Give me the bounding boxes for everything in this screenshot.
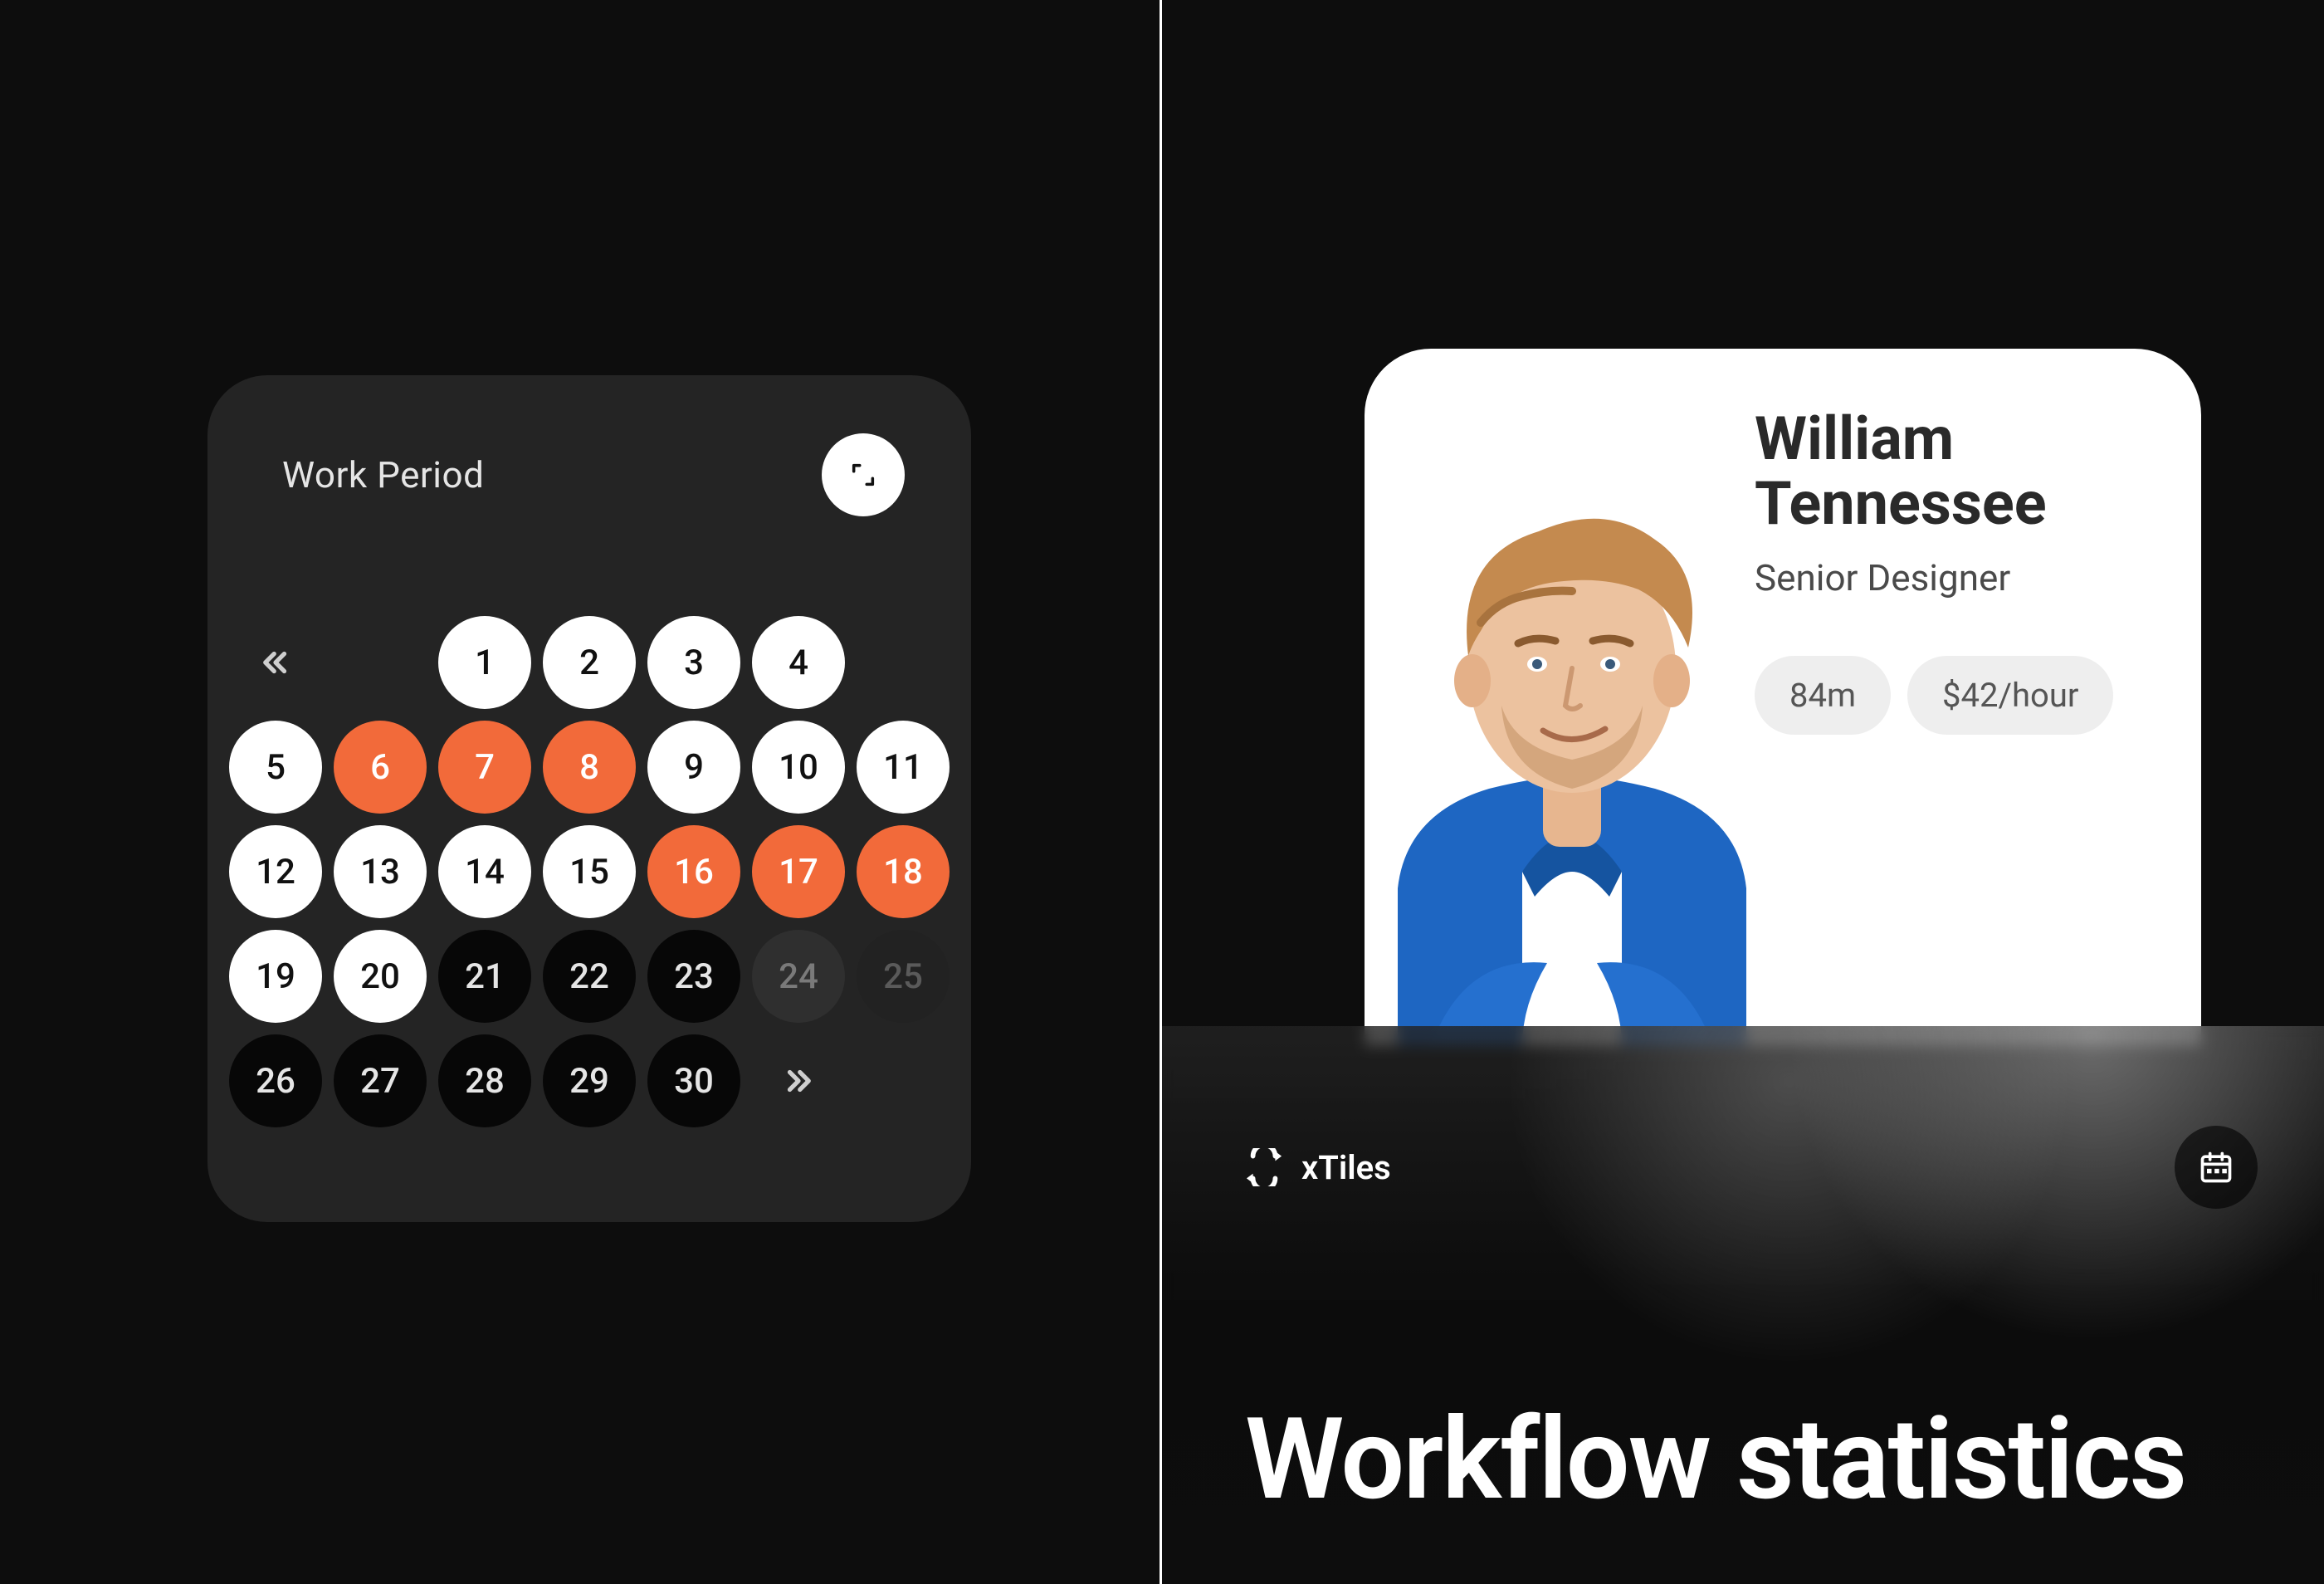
calendar-day-15[interactable]: 15 bbox=[543, 825, 636, 918]
calendar-day-2[interactable]: 2 bbox=[543, 616, 636, 709]
work-period-card: Work Period 1234567891011121314151617181… bbox=[208, 375, 971, 1222]
expand-icon bbox=[849, 461, 877, 489]
calendar-day-3[interactable]: 3 bbox=[647, 616, 740, 709]
time-chip[interactable]: 84m bbox=[1755, 656, 1891, 735]
statistics-overlay: xTiles Workflow statistics bbox=[1162, 1026, 2324, 1584]
calendar-day-7[interactable]: 7 bbox=[438, 721, 531, 814]
calendar-day-18[interactable]: 18 bbox=[857, 825, 950, 918]
calendar-day-16[interactable]: 16 bbox=[647, 825, 740, 918]
calendar-day-13[interactable]: 13 bbox=[334, 825, 427, 918]
calendar-icon bbox=[2198, 1149, 2234, 1186]
calendar-day-17[interactable]: 17 bbox=[752, 825, 845, 918]
calendar-day-27[interactable]: 27 bbox=[334, 1034, 427, 1127]
brand-logo-icon bbox=[1245, 1148, 1283, 1186]
calendar-day-28[interactable]: 28 bbox=[438, 1034, 531, 1127]
expand-button[interactable] bbox=[822, 433, 905, 516]
profile-name-first: William bbox=[1755, 403, 1954, 474]
calendar-day-21[interactable]: 21 bbox=[438, 930, 531, 1023]
calendar-day-11[interactable]: 11 bbox=[857, 721, 950, 814]
calendar-day-5[interactable]: 5 bbox=[229, 721, 322, 814]
calendar-day-9[interactable]: 9 bbox=[647, 721, 740, 814]
overlay-topbar: xTiles bbox=[1245, 1126, 2258, 1209]
calendar-day-6[interactable]: 6 bbox=[334, 721, 427, 814]
calendar-grid: 1234567891011121314151617181920212223242… bbox=[249, 616, 930, 1127]
brand[interactable]: xTiles bbox=[1245, 1148, 1391, 1187]
calendar-day-10[interactable]: 10 bbox=[752, 721, 845, 814]
calendar-header: Work Period bbox=[249, 433, 930, 516]
calendar-day-23[interactable]: 23 bbox=[647, 930, 740, 1023]
calendar-day-25[interactable]: 25 bbox=[857, 930, 950, 1023]
profile-role: Senior Designer bbox=[1755, 556, 2010, 599]
calendar-day-8[interactable]: 8 bbox=[543, 721, 636, 814]
left-panel: Work Period 1234567891011121314151617181… bbox=[0, 0, 1162, 1584]
chevrons-right-icon bbox=[781, 1063, 816, 1098]
rate-chip[interactable]: $42/hour bbox=[1907, 656, 2113, 735]
calendar-button[interactable] bbox=[2175, 1126, 2258, 1209]
calendar-prev-button[interactable] bbox=[229, 616, 322, 709]
calendar-day-19[interactable]: 19 bbox=[229, 930, 322, 1023]
calendar-next-button[interactable] bbox=[752, 1034, 845, 1127]
calendar-day-30[interactable]: 30 bbox=[647, 1034, 740, 1127]
calendar-title: Work Period bbox=[282, 453, 484, 496]
statistics-title: Workflow statistics bbox=[1245, 1394, 2185, 1526]
calendar-day-4[interactable]: 4 bbox=[752, 616, 845, 709]
calendar-day-1[interactable]: 1 bbox=[438, 616, 531, 709]
calendar-day-20[interactable]: 20 bbox=[334, 930, 427, 1023]
profile-name: William Tennessee bbox=[1755, 407, 2161, 536]
brand-name: xTiles bbox=[1301, 1148, 1391, 1187]
calendar-day-22[interactable]: 22 bbox=[543, 930, 636, 1023]
app-root: Work Period 1234567891011121314151617181… bbox=[0, 0, 2324, 1584]
profile-card: William Tennessee Senior Designer 84m $4… bbox=[1365, 349, 2201, 1046]
profile-chips: 84m $42/hour bbox=[1755, 656, 2113, 735]
right-panel: William Tennessee Senior Designer 84m $4… bbox=[1162, 0, 2324, 1584]
chevrons-left-icon bbox=[258, 645, 293, 680]
calendar-day-12[interactable]: 12 bbox=[229, 825, 322, 918]
calendar-day-26[interactable]: 26 bbox=[229, 1034, 322, 1127]
calendar-day-29[interactable]: 29 bbox=[543, 1034, 636, 1127]
avatar bbox=[1365, 457, 1780, 1046]
calendar-day-24[interactable]: 24 bbox=[752, 930, 845, 1023]
calendar-day-14[interactable]: 14 bbox=[438, 825, 531, 918]
profile-name-last: Tennessee bbox=[1755, 468, 2047, 539]
